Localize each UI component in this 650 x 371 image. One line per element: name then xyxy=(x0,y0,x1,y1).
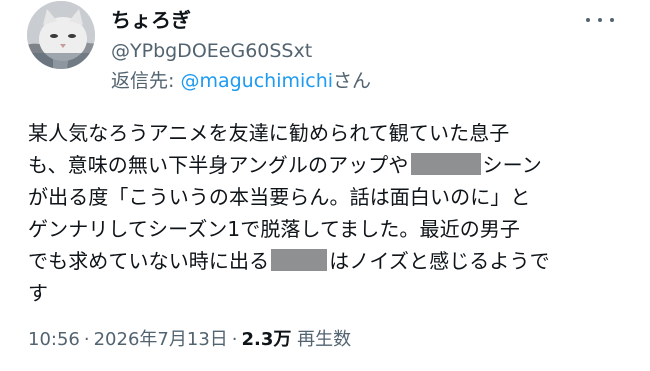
tweet-line: でも求めていない時に出る はノイズと感じるようで xyxy=(28,245,628,277)
meta-separator: · xyxy=(83,329,90,350)
tweet-line-part: はノイズと感じるようで xyxy=(329,249,550,273)
cat-avatar-icon xyxy=(27,1,95,69)
tweet-line: も、意味の無い下半身アングルのアップや シーン xyxy=(28,149,628,181)
views-label: 再生数 xyxy=(291,329,352,350)
censored-block xyxy=(271,249,328,271)
more-options-button[interactable] xyxy=(586,12,614,28)
author-display-name[interactable]: ちょろぎ xyxy=(111,8,191,32)
tweet-time[interactable]: 10:56 xyxy=(28,329,80,350)
avatar[interactable] xyxy=(27,1,95,69)
reply-to-suffix: さん xyxy=(333,70,372,92)
views-count: 2.3万 xyxy=(241,329,292,350)
tweet-line: す xyxy=(28,281,49,305)
tweet-text: 某人気なろうアニメを友達に勧められて観ていた息子 も、意味の無い下半身アングルの… xyxy=(28,117,628,309)
tweet-line: が出る度「こういうの本当要らん。話は面白いのに」と xyxy=(28,185,531,209)
reply-to-prefix: 返信先: xyxy=(111,70,181,92)
tweet-line-part: も、意味の無い下半身アングルのアップや xyxy=(28,153,409,177)
tweet-date[interactable]: 2026年7月13日 xyxy=(94,329,228,350)
meta-separator: · xyxy=(231,329,238,350)
reply-to-line: 返信先: @maguchimichiさん xyxy=(111,70,371,92)
tweet-line-part: シーン xyxy=(482,153,542,177)
censored-block xyxy=(410,153,481,175)
tweet-line: 某人気なろうアニメを友達に勧められて観ていた息子 xyxy=(28,121,510,145)
tweet-line: ゲンナリしてシーズン1で脱落してました。最近の男子 xyxy=(28,217,521,241)
reply-to-mention[interactable]: @maguchimichi xyxy=(180,70,333,92)
tweet-meta: 10:56 · 2026年7月13日 · 2.3万 再生数 xyxy=(28,328,351,352)
tweet-line-part: でも求めていない時に出る xyxy=(28,249,270,273)
author-handle[interactable]: @YPbgDOEeG60SSxt xyxy=(111,40,312,62)
more-options-icon xyxy=(586,18,590,22)
